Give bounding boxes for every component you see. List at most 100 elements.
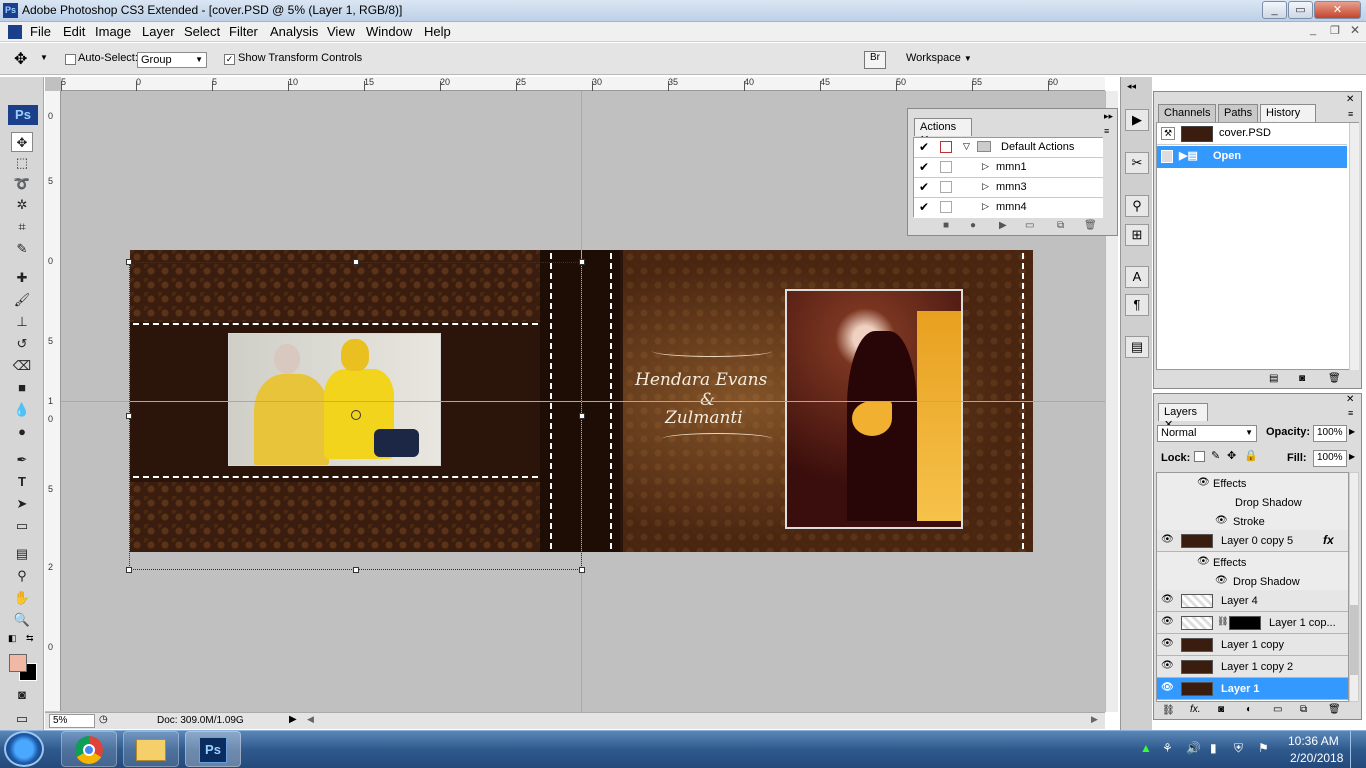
auto-select-checkbox[interactable] <box>65 54 76 65</box>
adjustment-layer-icon[interactable]: ◐ <box>1246 704 1252 715</box>
clock-time[interactable]: 10:36 AM <box>1288 734 1339 748</box>
menu-file[interactable]: File <box>30 24 51 39</box>
magic-wand-tool-icon[interactable]: ✲ <box>11 195 33 215</box>
trash-icon[interactable]: 🗑 <box>1084 220 1097 231</box>
trash-icon[interactable]: 🗑 <box>1328 704 1341 715</box>
rectangle-tool-icon[interactable]: ▭ <box>11 516 33 536</box>
dock-actions-icon[interactable]: ▶ <box>1125 109 1149 131</box>
signal-tray-icon[interactable]: ▮ <box>1210 741 1217 755</box>
menu-analysis[interactable]: Analysis <box>270 24 318 39</box>
blend-mode-dropdown[interactable]: Normal ▼ <box>1157 425 1257 442</box>
menu-edit[interactable]: Edit <box>63 24 85 39</box>
menu-window[interactable]: Window <box>366 24 412 39</box>
pen-tool-icon[interactable]: ✒ <box>11 450 33 470</box>
action-row[interactable]: ✔ ▷ mmn1 <box>914 158 1103 178</box>
action-center-tray-icon[interactable]: ⚑ <box>1258 741 1269 755</box>
link-layers-icon[interactable]: ⛓ <box>1162 705 1175 716</box>
slice-tool-icon[interactable]: ✎ <box>11 239 33 259</box>
hand-tool-icon[interactable]: ✋ <box>11 588 33 608</box>
type-tool-icon[interactable]: T <box>11 472 33 492</box>
collapse-icon[interactable]: ▸▸ <box>1104 111 1113 122</box>
zoom-field[interactable]: 5% <box>49 714 95 728</box>
expand-triangle-icon[interactable]: ▷ <box>982 181 989 192</box>
layer-row[interactable]: 👁 Layer 0 copy 5 fx <box>1157 530 1348 552</box>
path-selection-tool-icon[interactable]: ➤ <box>11 494 33 514</box>
network-tray-icon[interactable]: ▲ <box>1140 741 1152 755</box>
scroll-left-icon[interactable]: ◀ <box>307 714 314 725</box>
minimize-button[interactable]: _ <box>1262 1 1287 19</box>
show-desktop-button[interactable] <box>1350 731 1366 768</box>
layer-row[interactable]: 👁 Layer 4 <box>1157 590 1348 612</box>
checkmark-icon[interactable]: ✔ <box>919 140 929 154</box>
menu-view[interactable]: View <box>327 24 355 39</box>
layer-row[interactable]: 👁 Layer 1 <box>1157 678 1348 700</box>
show-transform-checkbox[interactable]: ✓ <box>224 54 235 65</box>
menu-layer[interactable]: Layer <box>142 24 175 39</box>
taskbar-chrome[interactable] <box>61 731 117 767</box>
fill-field[interactable]: 100% <box>1313 450 1347 467</box>
visibility-eye-icon[interactable]: 👁 <box>1161 682 1174 693</box>
history-state-row[interactable]: ▶▤ Open <box>1157 146 1347 168</box>
history-scrollbar[interactable] <box>1349 123 1359 370</box>
layers-scroll-thumb[interactable] <box>1350 605 1358 675</box>
vertical-ruler[interactable]: 05051052053 <box>45 91 61 722</box>
visibility-eye-icon[interactable]: 👁 <box>1161 616 1174 627</box>
panel-menu-icon[interactable]: ≡ <box>1348 408 1353 418</box>
checkmark-icon[interactable]: ✔ <box>919 180 929 194</box>
close-icon[interactable]: ✕ <box>1346 394 1354 405</box>
stop-icon[interactable]: ■ <box>943 220 949 231</box>
panel-menu-icon[interactable]: ≡ <box>1104 126 1109 136</box>
start-button[interactable] <box>4 731 44 767</box>
status-info-icon[interactable]: ◷ <box>99 714 108 725</box>
gradient-tool-icon[interactable]: ■ <box>11 378 33 398</box>
tool-preset-chevron-icon[interactable]: ▼ <box>40 53 48 62</box>
dock-expand-icon[interactable]: ◂◂ <box>1127 81 1136 92</box>
dodge-tool-icon[interactable]: ● <box>11 422 33 442</box>
taskbar-explorer[interactable] <box>123 731 179 767</box>
marquee-tool-icon[interactable]: ⬚ <box>11 153 33 173</box>
foreground-color-swatch[interactable] <box>9 654 27 672</box>
notes-tool-icon[interactable]: ▤ <box>11 544 33 564</box>
layers-scrollbar[interactable] <box>1349 472 1359 702</box>
doc-restore-icon[interactable]: ❐ <box>1330 24 1340 37</box>
horizontal-ruler[interactable]: 5 0 5 10 15 20 25 30 35 40 45 50 55 60 <box>61 77 1105 91</box>
expand-triangle-icon[interactable]: ▷ <box>982 201 989 212</box>
dock-brushes-icon[interactable]: ⊞ <box>1125 224 1149 246</box>
action-row[interactable]: ✔ ▷ mmn3 <box>914 178 1103 198</box>
visibility-eye-icon[interactable]: 👁 <box>1215 575 1228 586</box>
layer-row[interactable]: 👁 Layer 1 copy <box>1157 634 1348 656</box>
new-action-icon[interactable]: ⧉ <box>1057 220 1064 231</box>
new-snapshot-icon[interactable]: ◙ <box>1299 373 1305 384</box>
brush-tool-icon[interactable]: 🖌 <box>11 290 33 310</box>
doc-close-icon[interactable]: ✕ <box>1350 23 1360 37</box>
antivirus-tray-icon[interactable]: ⛨ <box>1234 741 1243 756</box>
mask-link-icon[interactable]: ⛓ <box>1217 616 1228 627</box>
dialog-toggle-icon[interactable] <box>940 161 952 173</box>
close-button[interactable]: ✕ <box>1314 1 1361 19</box>
history-brush-source-icon[interactable]: ⚒ <box>1161 127 1175 140</box>
lock-transparency-icon[interactable] <box>1194 451 1205 462</box>
lock-position-icon[interactable]: ✥ <box>1227 449 1236 462</box>
new-layer-icon[interactable]: ⧉ <box>1300 704 1307 715</box>
move-tool-icon[interactable]: ✥ <box>14 49 27 69</box>
tab-layers[interactable]: Layers ✕ <box>1158 403 1208 431</box>
dock-character-icon[interactable]: A <box>1125 266 1149 288</box>
visibility-eye-icon[interactable]: 👁 <box>1161 638 1174 649</box>
lasso-tool-icon[interactable]: ➰ <box>11 174 33 194</box>
dock-info-icon[interactable]: ▤ <box>1125 336 1149 358</box>
dialog-toggle-icon[interactable] <box>940 141 952 153</box>
transform-pivot-icon[interactable] <box>351 410 361 420</box>
visibility-eye-icon[interactable]: 👁 <box>1161 594 1174 605</box>
panel-menu-icon[interactable]: ≡ <box>1348 109 1353 119</box>
checkmark-icon[interactable]: ✔ <box>919 160 929 174</box>
layer-row[interactable]: 👁 ⛓ Layer 1 cop... <box>1157 612 1348 634</box>
expand-triangle-icon[interactable]: ▷ <box>982 161 989 172</box>
scroll-right-icon[interactable]: ▶ <box>1091 714 1098 725</box>
eyedropper-tool-icon[interactable]: ⚲ <box>11 566 33 586</box>
layer-mask-thumbnail[interactable] <box>1229 616 1261 630</box>
visibility-eye-icon[interactable]: 👁 <box>1215 515 1228 526</box>
new-group-icon[interactable]: ▭ <box>1273 704 1282 715</box>
menu-help[interactable]: Help <box>424 24 451 39</box>
workspace-button[interactable]: Workspace ▼ <box>906 52 972 64</box>
close-icon[interactable]: ✕ <box>1346 94 1354 105</box>
